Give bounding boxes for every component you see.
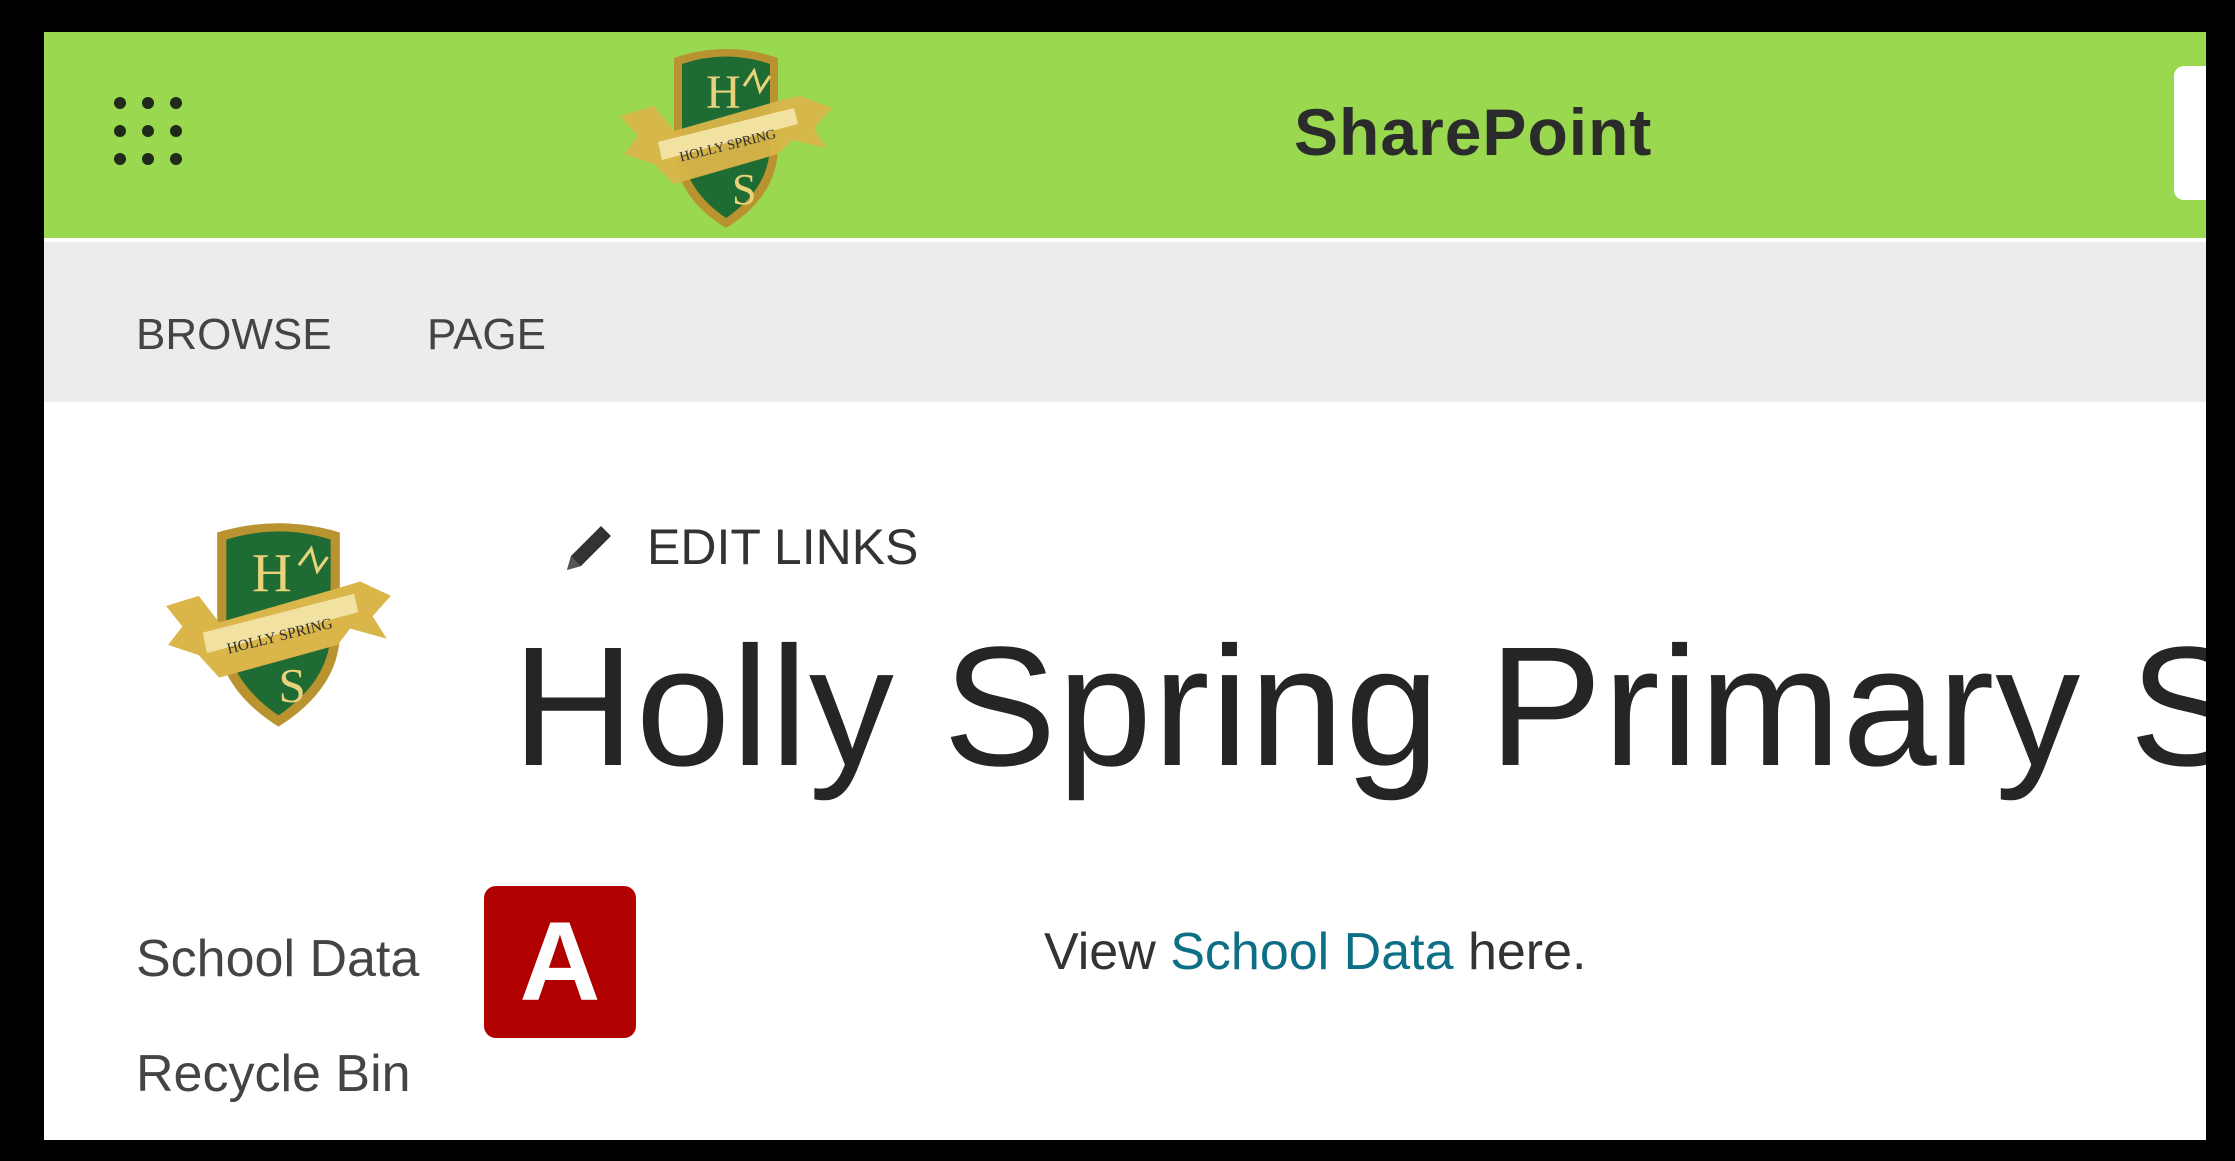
tab-page[interactable]: PAGE xyxy=(427,310,546,360)
suite-search-box[interactable] xyxy=(2174,66,2206,200)
site-title[interactable]: Holly Spring Primary Scho xyxy=(512,622,2206,792)
site-logo[interactable]: H HOLLY SPRING S xyxy=(164,512,394,742)
content-text-prefix: View xyxy=(1044,923,1171,981)
logo-letter-s: S xyxy=(278,658,305,713)
quick-launch-recycle-bin[interactable]: Recycle Bin xyxy=(136,1044,411,1104)
annotation-badge: A xyxy=(484,886,636,1038)
content-text-suffix: here. xyxy=(1453,923,1587,981)
school-crest-logo[interactable]: H HOLLY SPRING S xyxy=(614,36,839,236)
suite-app-title[interactable]: SharePoint xyxy=(1294,94,1794,170)
edit-links-label: EDIT LINKS xyxy=(647,519,919,575)
ribbon-tab-bar: BROWSE PAGE xyxy=(44,242,2206,402)
crest-letter-h: H xyxy=(706,66,741,119)
browser-viewport: H HOLLY SPRING S SharePoint BROWSE PAGE … xyxy=(44,32,2206,1140)
suite-bar: H HOLLY SPRING S SharePoint xyxy=(44,32,2206,238)
pencil-icon xyxy=(567,526,611,570)
quick-launch-school-data[interactable]: School Data xyxy=(136,929,419,989)
app-launcher-icon[interactable] xyxy=(114,97,194,177)
tab-browse[interactable]: BROWSE xyxy=(136,310,332,360)
crest-letter-s: S xyxy=(732,165,756,214)
content-paragraph: View School Data here. xyxy=(1044,922,1587,982)
school-data-link[interactable]: School Data xyxy=(1170,923,1453,981)
annotation-badge-label: A xyxy=(519,899,601,1024)
logo-letter-h: H xyxy=(252,543,292,604)
